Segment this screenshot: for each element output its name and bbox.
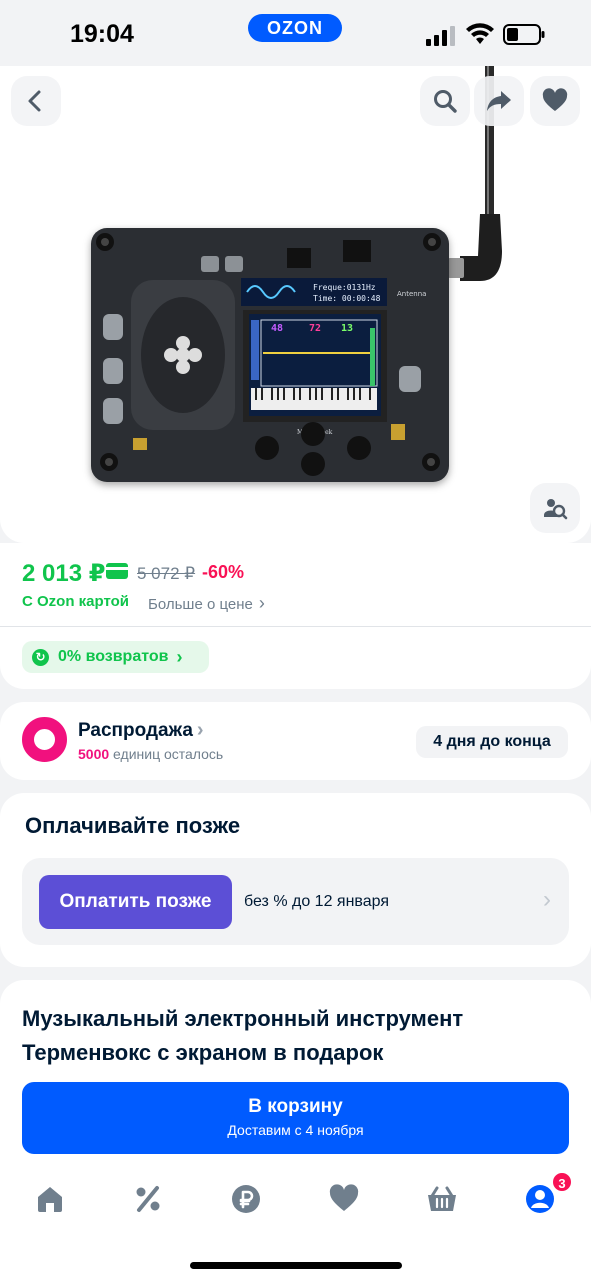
device-freq-text: Freque:0131Hz — [313, 283, 376, 292]
device-antenna-label: Antenna — [397, 290, 426, 298]
sale-banner[interactable]: Распродажа 5000 единиц осталось 4 дня до… — [0, 702, 591, 780]
sale-units-label: единиц осталось — [113, 746, 224, 762]
share-icon — [487, 91, 511, 111]
wifi-icon — [466, 23, 494, 44]
product-image: Freque:0131Hz Time: 00:00:48 48 72 13 An… — [91, 228, 449, 482]
status-bar: 19:04 OZON — [0, 0, 591, 66]
percent-icon — [136, 1186, 160, 1212]
search-icon — [434, 90, 457, 113]
favorite-button[interactable] — [530, 76, 580, 126]
home-indicator — [190, 1262, 402, 1269]
pay-later-button[interactable]: Оплатить позже — [39, 875, 232, 929]
product-gallery[interactable]: Freque:0131Hz Time: 00:00:48 48 72 13 An… — [0, 66, 591, 543]
chevron-right-icon: › — [543, 886, 551, 913]
sale-countdown-badge: 4 дня до конца — [416, 726, 568, 758]
status-time: 19:04 — [70, 20, 134, 48]
share-button[interactable] — [474, 76, 524, 126]
returns-label: 0% возвратов — [58, 648, 169, 665]
bottom-tab-bar — [0, 1176, 591, 1226]
sale-subtitle: 5000 единиц осталось — [78, 746, 223, 762]
tab-finance[interactable] — [229, 1182, 263, 1216]
pay-later-section: Оплачивайте позже Оплатить позже без % д… — [0, 793, 591, 967]
ozon-card-label: С Ozon картой — [22, 593, 130, 610]
add-to-cart-button[interactable]: В корзину Доставим с 4 ноября — [22, 1082, 569, 1154]
image-search-button[interactable] — [530, 483, 580, 533]
price-current: 2 013 ₽ — [22, 560, 106, 587]
product-info: Музыкальный электронный инструмент Терме… — [0, 980, 591, 1280]
search-button[interactable] — [420, 76, 470, 126]
device-value-3: 13 — [341, 323, 353, 334]
product-title: Музыкальный электронный инструмент Терме… — [22, 1006, 464, 1065]
device-illustration: Freque:0131Hz Time: 00:00:48 48 72 13 An… — [96, 233, 441, 476]
discount-percent: -60% — [202, 562, 245, 582]
chevron-right-icon: › — [176, 646, 183, 667]
add-to-cart-label: В корзину — [248, 1096, 343, 1117]
sale-title: Распродажа — [78, 719, 204, 742]
image-search-icon — [544, 499, 568, 520]
device-time-text: Time: 00:00:48 — [313, 294, 381, 303]
sale-ring-icon — [22, 717, 67, 762]
pay-later-box[interactable]: Оплатить позже без % до 12 января › — [22, 858, 569, 945]
return-icon: ↻ — [32, 648, 49, 666]
ruble-icon — [232, 1185, 260, 1213]
tab-home[interactable] — [33, 1182, 67, 1216]
price-old: 5 072 ₽ — [137, 564, 196, 583]
profile-notification-badge: 3 — [551, 1171, 573, 1193]
tab-discounts[interactable] — [131, 1182, 165, 1216]
tab-cart[interactable] — [425, 1182, 459, 1216]
sale-count: 5000 — [78, 746, 110, 762]
heart-icon — [542, 88, 568, 111]
price-section: 2 013 ₽ 5 072 ₽ -60% С Ozon картой Больш… — [0, 543, 591, 689]
battery-icon — [503, 24, 545, 45]
back-button[interactable] — [11, 76, 61, 126]
returns-chip[interactable]: ↻ 0% возвратов › — [22, 641, 209, 673]
ozon-logo[interactable]: OZON — [248, 14, 342, 42]
basket-icon — [428, 1186, 456, 1211]
device-value-1: 48 — [271, 323, 283, 334]
credit-card-icon — [106, 563, 128, 579]
divider — [0, 626, 591, 627]
heart-icon — [329, 1184, 359, 1211]
home-icon — [38, 1187, 62, 1212]
pay-later-title: Оплачивайте позже — [25, 813, 241, 838]
chevron-left-icon — [28, 90, 41, 112]
tab-favorites[interactable] — [327, 1182, 361, 1216]
cellular-signal-icon — [426, 26, 455, 46]
delivery-date: Доставим с 4 ноября — [227, 1122, 364, 1138]
profile-icon — [526, 1185, 554, 1213]
device-value-2: 72 — [309, 323, 321, 334]
pay-later-info: без % до 12 января — [244, 893, 390, 910]
more-price-link[interactable]: Больше о цене — [148, 593, 265, 614]
